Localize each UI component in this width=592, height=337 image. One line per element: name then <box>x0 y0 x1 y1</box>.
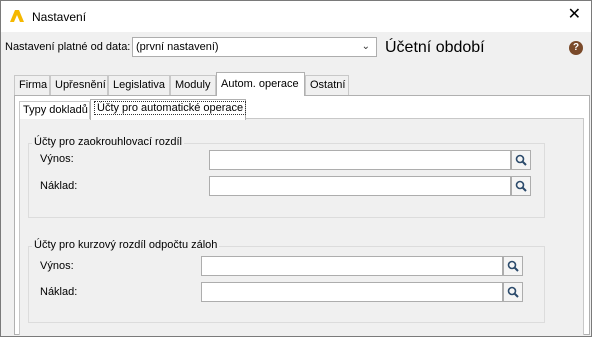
tab-autom-operace[interactable]: Autom. operace <box>216 72 305 96</box>
group-title-exchange: Účty pro kurzový rozdíl odpočtu záloh <box>32 239 220 251</box>
exchange-expense-search-button[interactable] <box>503 282 523 302</box>
period-label: Nastavení platné od data: <box>5 41 131 53</box>
tab-ostatni[interactable]: Ostatní <box>305 75 349 95</box>
exchange-income-search-button[interactable] <box>503 256 523 276</box>
close-icon[interactable]: ✕ <box>568 7 581 23</box>
exchange-expense-label: Náklad: <box>40 286 78 298</box>
chevron-down-icon: ⌄ <box>361 41 370 52</box>
rounding-income-input[interactable] <box>209 150 511 170</box>
period-select[interactable]: (první nastavení) ⌄ <box>132 37 377 57</box>
rounding-expense-search-button[interactable] <box>511 176 531 196</box>
subtab-ucty-automaticke-operace[interactable]: Účty pro automatické operace <box>90 99 247 120</box>
rounding-income-search-button[interactable] <box>511 150 531 170</box>
exchange-expense-input[interactable] <box>201 282 503 302</box>
exchange-income-label: Výnos: <box>40 260 74 272</box>
rounding-expense-input[interactable] <box>209 176 511 196</box>
tab-moduly[interactable]: Moduly <box>170 75 216 95</box>
exchange-income-input[interactable] <box>201 256 503 276</box>
subtab-label: Účty pro automatické operace <box>94 101 247 115</box>
title-bar: Nastavení ✕ <box>1 1 591 32</box>
app-logo-icon <box>10 10 24 22</box>
tab-upresneni[interactable]: Upřesnění <box>50 75 108 95</box>
group-title-rounding: Účty pro zaokrouhlovací rozdíl <box>32 136 184 148</box>
search-icon <box>515 180 527 192</box>
tab-legislativa[interactable]: Legislativa <box>108 75 170 95</box>
rounding-expense-label: Náklad: <box>40 180 78 192</box>
page-title: Účetní období <box>385 39 485 56</box>
subtab-typy-dokladu[interactable]: Typy dokladů <box>19 101 90 119</box>
tab-firma[interactable]: Firma <box>14 75 50 95</box>
rounding-income-label: Výnos: <box>40 153 74 165</box>
search-icon <box>507 286 519 298</box>
period-value: (první nastavení) <box>136 41 219 53</box>
help-icon[interactable]: ? <box>569 41 583 55</box>
search-icon <box>515 154 527 166</box>
search-icon <box>507 260 519 272</box>
window-title: Nastavení <box>32 10 87 24</box>
